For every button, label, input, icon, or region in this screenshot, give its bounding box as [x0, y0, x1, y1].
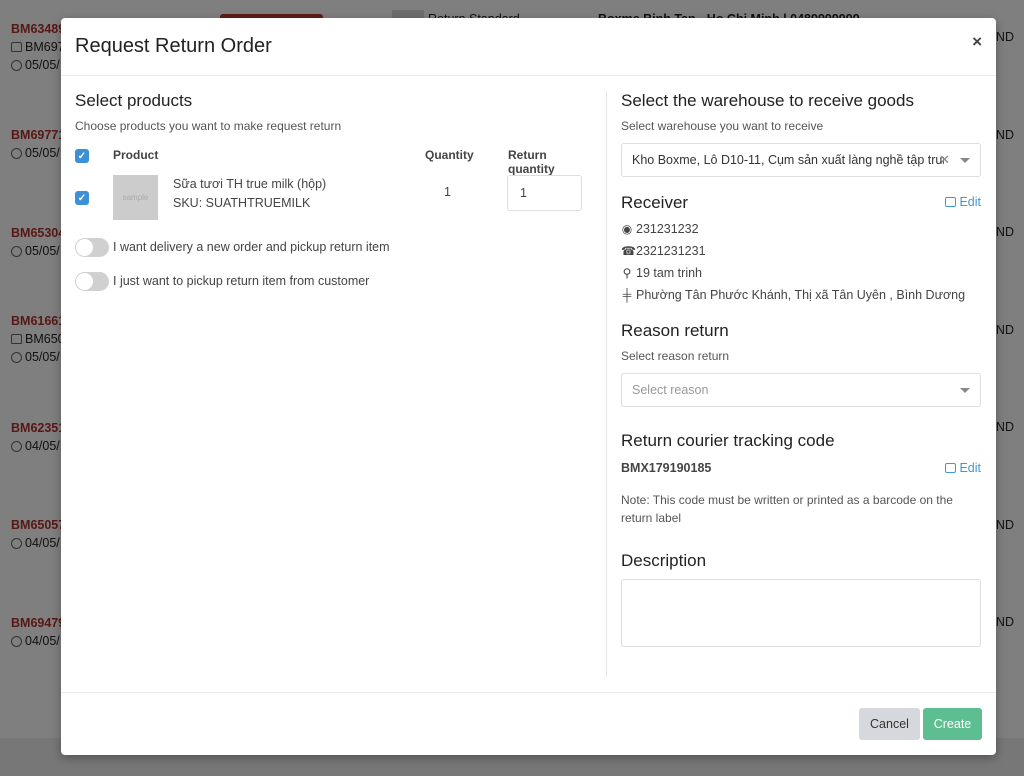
- create-button[interactable]: Create: [923, 708, 982, 740]
- reason-subtitle: Select reason return: [621, 349, 730, 363]
- receiver-header: Receiver Edit: [621, 193, 981, 213]
- tracking-title: Return courier tracking code: [621, 431, 835, 450]
- select-products-section: Select products Choose products you want…: [75, 91, 595, 291]
- modal-footer: Cancel Create: [61, 692, 996, 755]
- tracking-code: BMX179190185: [621, 461, 712, 475]
- return-quantity-input[interactable]: [507, 175, 582, 211]
- description-header: Description: [621, 551, 981, 571]
- product-sku: SKU: SUATHTRUEMILK: [173, 196, 311, 210]
- warehouse-subtitle: Select warehouse you want to receive: [621, 119, 824, 133]
- edit-icon: [945, 463, 957, 473]
- warehouse-title: Select the warehouse to receive goods: [621, 91, 914, 110]
- product-checkbox[interactable]: ✓: [75, 191, 89, 205]
- toggle-label: I want delivery a new order and pickup r…: [113, 240, 390, 254]
- map-marker-icon: ⚲: [622, 266, 632, 280]
- warehouse-select[interactable]: Kho Boxme, Lô D10-11, Cụm sản xuất làng …: [621, 143, 981, 177]
- request-return-modal: Request Return Order × Select products C…: [61, 18, 996, 755]
- select-products-title: Select products: [75, 91, 193, 110]
- check-icon: ✓: [77, 192, 87, 204]
- products-table-header: ✓ Product Quantity Return quantity: [75, 141, 595, 176]
- header-quantity: Quantity: [425, 148, 474, 162]
- product-quantity: 1: [444, 185, 451, 199]
- reason-header: Reason return: [621, 321, 981, 341]
- cancel-button[interactable]: Cancel: [859, 708, 920, 740]
- close-icon[interactable]: ×: [972, 32, 982, 52]
- receiver-title: Receiver: [621, 193, 689, 212]
- tracking-header: Return courier tracking code: [621, 431, 981, 451]
- delivery-and-pickup-toggle[interactable]: [75, 237, 109, 257]
- receiver-name: ◉ 231231232: [621, 222, 699, 236]
- column-divider: [606, 91, 607, 677]
- product-name: Sữa tươi TH true milk (hộp): [173, 177, 327, 191]
- description-textarea[interactable]: [621, 579, 981, 647]
- warehouse-selected-value: Kho Boxme, Lô D10-11, Cụm sản xuất làng …: [632, 153, 944, 167]
- phone-icon: ☎: [621, 244, 636, 258]
- tracking-row: BMX179190185 Edit: [621, 461, 981, 475]
- return-details-section: Select the warehouse to receive goods Se…: [621, 91, 981, 652]
- edit-icon: [945, 197, 957, 207]
- reason-placeholder: Select reason: [632, 383, 709, 397]
- caret-down-icon: [960, 388, 970, 393]
- modal-body: Select products Choose products you want…: [61, 77, 996, 692]
- toggle-row: I just want to pickup return item from c…: [75, 271, 595, 291]
- toggle-label: I just want to pickup return item from c…: [113, 274, 370, 288]
- receiver-area: ╪ Phường Tân Phước Khánh, Thị xã Tân Uyên…: [622, 288, 966, 302]
- signpost-icon: ╪: [622, 288, 632, 302]
- edit-receiver-link[interactable]: Edit: [945, 195, 981, 209]
- receiver-address: ⚲ 19 tam trinh: [622, 266, 703, 280]
- clear-icon[interactable]: ✕: [939, 152, 950, 168]
- pickup-only-toggle[interactable]: [75, 271, 109, 291]
- modal-header: Request Return Order ×: [61, 18, 996, 76]
- reason-select[interactable]: Select reason: [621, 373, 981, 407]
- caret-down-icon: [960, 158, 970, 163]
- modal-title: Request Return Order: [75, 35, 272, 57]
- product-thumbnail: sample: [113, 175, 158, 220]
- receiver-phone: ☎ 2321231231: [621, 244, 706, 258]
- edit-tracking-link[interactable]: Edit: [945, 461, 981, 475]
- header-product: Product: [113, 148, 159, 162]
- reason-title: Reason return: [621, 321, 729, 340]
- toggle-row: I want delivery a new order and pickup r…: [75, 237, 595, 257]
- product-row: ✓ sample Sữa tươi TH true milk (hộp) SKU…: [75, 175, 595, 235]
- description-title: Description: [621, 551, 707, 570]
- check-icon: ✓: [77, 150, 87, 162]
- header-return-quantity: Return quantity: [508, 148, 555, 176]
- tracking-note: Note: This code must be written or print…: [621, 493, 953, 525]
- user-circle-icon: ◉: [621, 222, 633, 236]
- select-all-checkbox[interactable]: ✓: [75, 149, 89, 163]
- select-products-subtitle: Choose products you want to make request…: [75, 119, 342, 133]
